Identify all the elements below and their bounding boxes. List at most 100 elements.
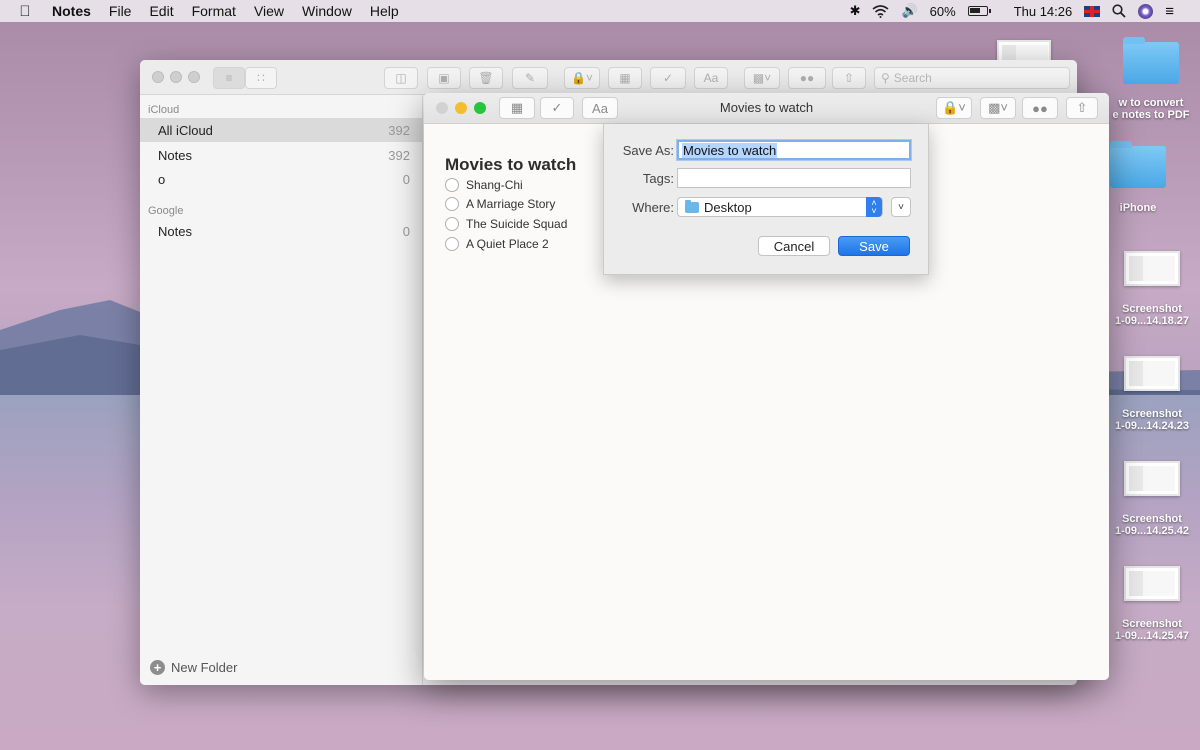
folder-icon — [685, 199, 699, 213]
screenshot-thumbnail-icon — [1124, 251, 1180, 286]
folder-count: 392 — [388, 147, 410, 163]
note-heading[interactable]: Movies to watch — [445, 155, 576, 175]
compose-button[interactable]: ✎ — [512, 67, 548, 89]
siri-icon[interactable] — [1138, 3, 1154, 19]
checklist-item-text[interactable]: Shang-Chi — [466, 178, 523, 192]
notification-center-icon[interactable]: ≡ — [1165, 3, 1174, 20]
folder-name: All iCloud — [158, 122, 213, 138]
sidebar-toggle-button[interactable]: ◫ — [384, 67, 418, 89]
checkbox-circle-icon[interactable] — [445, 197, 459, 211]
lock-menu-button[interactable]: 🔒˅ — [564, 67, 600, 89]
desktop-label: Screenshot — [1122, 618, 1182, 630]
desktop-label: 1-09...14.24.23 — [1114, 420, 1189, 432]
where-label: Where: — [632, 200, 674, 215]
folder-count: 392 — [388, 122, 410, 138]
save-as-field[interactable]: Movies to watch — [677, 140, 911, 160]
media-button[interactable]: ▩˅ — [744, 67, 780, 89]
where-popup[interactable]: Desktop ˄ ˅ — [677, 197, 883, 217]
apple-menu-icon[interactable]:  — [0, 3, 50, 20]
menu-app-name[interactable]: Notes — [50, 3, 100, 19]
checklist-item[interactable]: Shang-Chi — [445, 176, 523, 194]
desktop-screenshot-1[interactable]: Screenshot 1-09...14.18.27 — [1104, 251, 1200, 327]
bluetooth-icon[interactable]: ✱ — [850, 3, 861, 19]
zoom-button-inactive[interactable] — [188, 71, 200, 83]
checklist-item[interactable]: A Marriage Story — [445, 195, 555, 213]
checklist-item[interactable]: A Quiet Place 2 — [445, 235, 549, 253]
checkbox-circle-icon[interactable] — [445, 178, 459, 192]
menu-format[interactable]: Format — [183, 3, 245, 19]
media-button[interactable]: ▩˅ — [980, 97, 1016, 119]
desktop-label: e notes to PDF — [1112, 109, 1190, 121]
desktop-label: iPhone — [1119, 202, 1157, 214]
folder-name: Notes — [158, 147, 192, 163]
plus-circle-icon: + — [150, 660, 165, 675]
folder-row-google-notes[interactable]: Notes 0 — [140, 219, 423, 243]
desktop-folder-convert[interactable]: w to convert e notes to PDF — [1106, 37, 1196, 121]
share-button[interactable]: ⇧ — [832, 67, 866, 89]
checklist-button[interactable]: ✓ — [650, 67, 686, 89]
desktop-screenshot-thumb-top[interactable] — [997, 40, 1051, 70]
screenshot-thumbnail-icon — [1124, 461, 1180, 496]
menu-view[interactable]: View — [245, 3, 293, 19]
desktop-screenshot-2[interactable]: Screenshot 1-09...14.24.23 — [1104, 356, 1200, 432]
input-source-flag-icon[interactable] — [1084, 5, 1101, 17]
collaborate-button[interactable]: ●● — [788, 67, 826, 89]
section-heading-google: Google — [148, 205, 184, 217]
delete-button[interactable]: 🗑 — [469, 67, 503, 89]
save-as-sheet: Save As: Movies to watch Tags: Where: De… — [603, 124, 929, 275]
save-button[interactable]: Save — [838, 236, 910, 256]
folder-count: 0 — [402, 223, 410, 239]
search-field[interactable]: ⚲ Search — [874, 67, 1070, 89]
minimize-button-inactive[interactable] — [170, 71, 182, 83]
lock-menu-button[interactable]: 🔒˅ — [936, 97, 972, 119]
folder-count: 0 — [402, 171, 410, 187]
tags-field[interactable] — [677, 168, 911, 188]
desktop-label: 1-09...14.18.27 — [1114, 315, 1189, 327]
gallery-view-button[interactable]: ∷ — [245, 67, 277, 89]
close-button-inactive[interactable] — [152, 71, 164, 83]
screenshot-thumbnail-icon — [997, 40, 1051, 70]
list-view-button[interactable]: ≡ — [213, 67, 245, 89]
wifi-icon[interactable] — [872, 4, 889, 18]
table-button[interactable]: ▦ — [608, 67, 642, 89]
checklist-item-text[interactable]: A Quiet Place 2 — [466, 237, 549, 251]
new-folder-button[interactable]: + New Folder — [150, 660, 237, 675]
cancel-button[interactable]: Cancel — [758, 236, 830, 256]
menu-bar:  Notes File Edit Format View Window Hel… — [0, 0, 1200, 22]
attachments-browser-button[interactable]: ▣ — [427, 67, 461, 89]
volume-icon[interactable]: 🔊 — [901, 3, 917, 19]
spotlight-search-icon[interactable] — [1112, 4, 1126, 18]
folder-row-all-icloud[interactable]: All iCloud 392 — [140, 118, 423, 142]
checkbox-circle-icon[interactable] — [445, 237, 459, 251]
collaborate-button[interactable]: ●● — [1022, 97, 1058, 119]
checkbox-circle-icon[interactable] — [445, 217, 459, 231]
folder-row-o[interactable]: o 0 — [140, 167, 423, 191]
menu-help[interactable]: Help — [361, 3, 408, 19]
checklist-item-text[interactable]: A Marriage Story — [466, 197, 555, 211]
battery-icon[interactable] — [967, 6, 991, 16]
share-button[interactable]: ⇧ — [1066, 97, 1098, 119]
screenshot-thumbnail-icon — [1124, 566, 1180, 601]
menu-edit[interactable]: Edit — [140, 3, 182, 19]
menu-file[interactable]: File — [100, 3, 141, 19]
desktop-screenshot-4[interactable]: Screenshot 1-09...14.25.47 — [1104, 566, 1200, 642]
popup-arrows-icon: ˄ ˅ — [866, 197, 882, 217]
screenshot-thumbnail-icon — [1124, 356, 1180, 391]
clock[interactable]: Thu 14:26 — [1014, 4, 1073, 19]
format-button[interactable]: Aa — [694, 67, 728, 89]
save-as-value: Movies to watch — [682, 142, 778, 158]
expand-dialog-button[interactable]: ˅ — [891, 197, 911, 217]
menu-window[interactable]: Window — [293, 3, 361, 19]
folder-name: o — [158, 171, 166, 187]
new-folder-label: New Folder — [171, 660, 238, 675]
checklist-item-text[interactable]: The Suicide Squad — [466, 217, 567, 231]
folder-row-notes[interactable]: Notes 392 — [140, 143, 423, 167]
desktop-folder-iphone[interactable]: iPhone — [1106, 141, 1170, 214]
checklist-item[interactable]: The Suicide Squad — [445, 215, 567, 233]
desktop-label: Screenshot — [1122, 303, 1182, 315]
desktop-screenshot-3[interactable]: Screenshot 1-09...14.25.42 — [1104, 461, 1200, 537]
where-value: Desktop — [704, 199, 752, 215]
desktop-label: w to convert — [1118, 97, 1184, 109]
tags-label: Tags: — [642, 171, 674, 186]
search-placeholder: Search — [893, 71, 932, 85]
